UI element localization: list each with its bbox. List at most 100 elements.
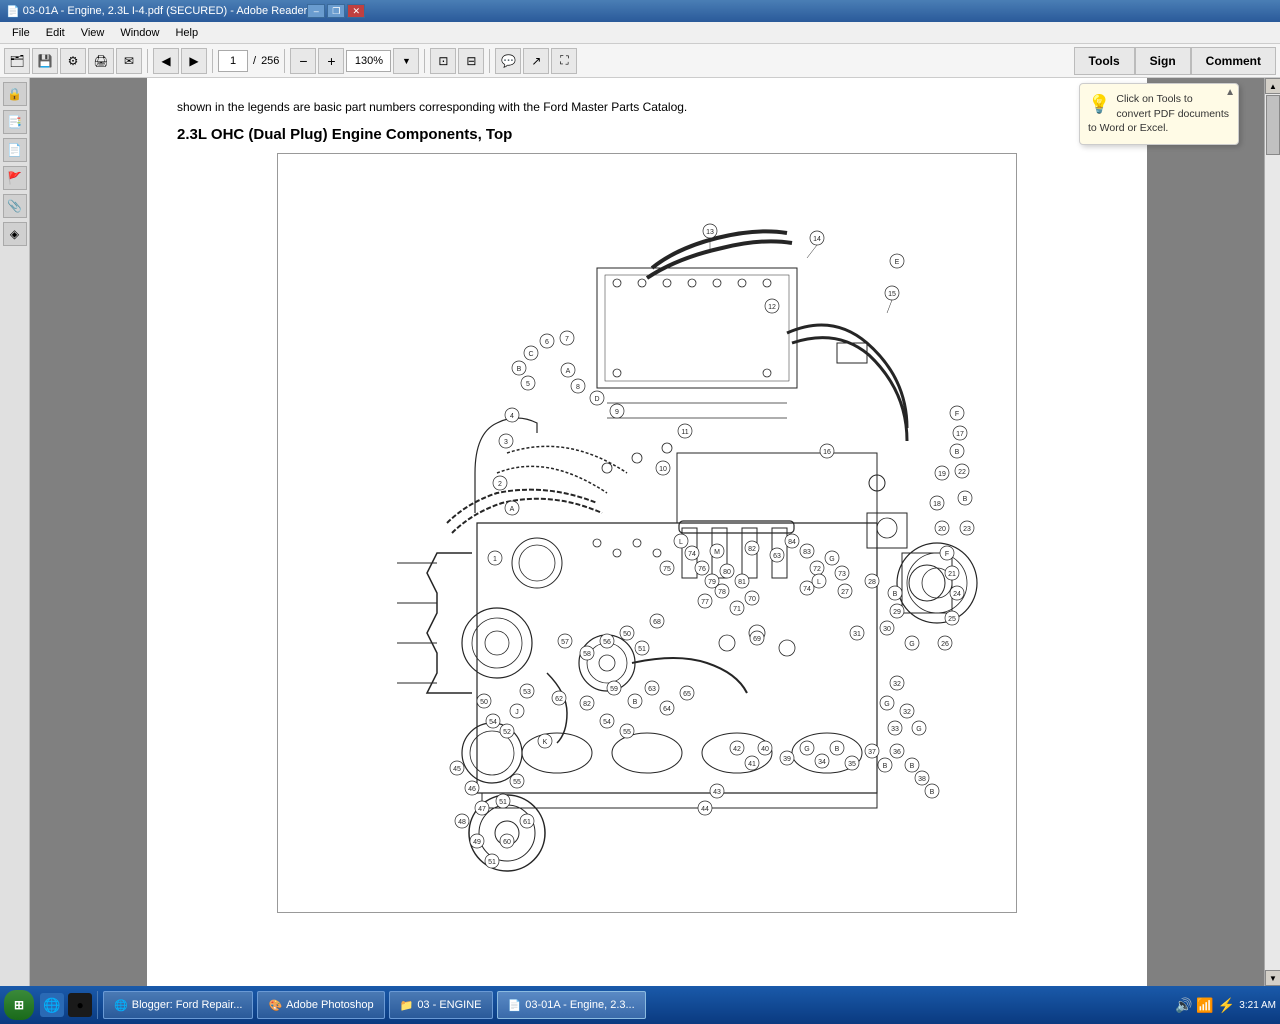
tray-icon-1[interactable]: 🔊: [1175, 997, 1192, 1014]
taskbar-app-adobe-reader[interactable]: 📄 03-01A - Engine, 2.3...: [497, 991, 646, 1019]
svg-text:35: 35: [848, 761, 856, 768]
system-time[interactable]: 3:21 AM: [1239, 999, 1276, 1012]
tool-lock[interactable]: 🔒: [3, 82, 27, 106]
tool-flag[interactable]: 🚩: [3, 166, 27, 190]
svg-text:47: 47: [478, 806, 486, 813]
menu-view[interactable]: View: [73, 25, 113, 41]
taskbar-chrome-icon[interactable]: ●: [68, 993, 92, 1017]
svg-text:72: 72: [813, 566, 821, 573]
taskbar-app-photoshop[interactable]: 🎨 Adobe Photoshop: [257, 991, 384, 1019]
scroll-thumb[interactable]: [1266, 95, 1280, 155]
pdf-text-top: shown in the legends are basic part numb…: [177, 98, 1117, 116]
svg-text:64: 64: [663, 706, 671, 713]
svg-text:3: 3: [504, 439, 508, 446]
print-setup-button[interactable]: ⚙: [60, 48, 86, 74]
next-page-button[interactable]: ▶: [181, 48, 207, 74]
svg-text:23: 23: [963, 526, 971, 533]
scroll-up-button[interactable]: ▲: [1265, 78, 1280, 94]
blogger-label: Blogger: Ford Repair...: [132, 999, 243, 1011]
svg-text:5: 5: [526, 381, 530, 388]
prev-page-button[interactable]: ◀: [153, 48, 179, 74]
svg-text:74: 74: [803, 586, 811, 593]
zoom-dropdown-button[interactable]: ▼: [393, 48, 419, 74]
tray-icon-3[interactable]: ⚡: [1218, 997, 1235, 1014]
svg-text:59: 59: [610, 686, 618, 693]
comment-button[interactable]: 💬: [495, 48, 521, 74]
svg-text:15: 15: [888, 291, 896, 298]
svg-text:45: 45: [453, 766, 461, 773]
svg-text:57: 57: [561, 639, 569, 646]
photoshop-icon: 🎨: [268, 999, 282, 1012]
share-button[interactable]: ↗: [523, 48, 549, 74]
fit-width-button[interactable]: ⊟: [458, 48, 484, 74]
taskbar-ie-icon[interactable]: 🌐: [40, 993, 64, 1017]
svg-text:41: 41: [748, 761, 756, 768]
tool-bookmark[interactable]: 📑: [3, 110, 27, 134]
svg-text:29: 29: [893, 609, 901, 616]
svg-text:70: 70: [748, 596, 756, 603]
menu-help[interactable]: Help: [167, 25, 206, 41]
scroll-down-button[interactable]: ▼: [1265, 970, 1280, 986]
taskbar-app-engine-folder[interactable]: 📁 03 - ENGINE: [389, 991, 493, 1019]
scroll-track[interactable]: [1265, 94, 1280, 970]
minimize-button[interactable]: –: [307, 4, 325, 18]
menu-edit[interactable]: Edit: [38, 25, 73, 41]
svg-text:32: 32: [893, 681, 901, 688]
svg-text:C: C: [528, 351, 533, 358]
fit-page-button[interactable]: ⊡: [430, 48, 456, 74]
svg-text:14: 14: [813, 236, 821, 243]
svg-text:58: 58: [583, 651, 591, 658]
open-button[interactable]: 🗂: [4, 48, 30, 74]
menu-window[interactable]: Window: [112, 25, 167, 41]
svg-text:G: G: [909, 641, 914, 648]
tool-layers[interactable]: ◈: [3, 222, 27, 246]
svg-text:46: 46: [468, 786, 476, 793]
title-text: 03-01A - Engine, 2.3L I-4.pdf (SECURED) …: [23, 5, 308, 17]
page-number-input[interactable]: [218, 50, 248, 72]
restore-button[interactable]: ❐: [327, 4, 345, 18]
taskbar-app-blogger[interactable]: 🌐 Blogger: Ford Repair...: [103, 991, 253, 1019]
menu-file[interactable]: File: [4, 25, 38, 41]
svg-text:6: 6: [545, 339, 549, 346]
svg-text:12: 12: [768, 304, 776, 311]
comment-panel-button[interactable]: Comment: [1191, 47, 1276, 75]
save-button[interactable]: 💾: [32, 48, 58, 74]
svg-text:53: 53: [523, 689, 531, 696]
tools-button[interactable]: Tools: [1074, 47, 1135, 75]
svg-text:34: 34: [818, 759, 826, 766]
zoom-input[interactable]: [346, 50, 391, 72]
svg-text:B: B: [910, 763, 915, 770]
svg-text:39: 39: [783, 756, 791, 763]
svg-text:22: 22: [958, 469, 966, 476]
svg-text:G: G: [804, 746, 809, 753]
svg-text:37: 37: [868, 749, 876, 756]
svg-text:50: 50: [480, 699, 488, 706]
svg-text:75: 75: [663, 566, 671, 573]
vertical-scrollbar[interactable]: ▲ ▼: [1264, 78, 1280, 986]
tool-page[interactable]: 📄: [3, 138, 27, 162]
close-button[interactable]: ✕: [347, 4, 365, 18]
tool-clip[interactable]: 📎: [3, 194, 27, 218]
svg-text:82: 82: [583, 701, 591, 708]
zoom-out-button[interactable]: −: [290, 48, 316, 74]
fullscreen-button[interactable]: ⛶: [551, 48, 577, 74]
svg-text:J: J: [515, 709, 519, 716]
start-button[interactable]: ⊞: [4, 990, 34, 1020]
zoom-in-button[interactable]: +: [318, 48, 344, 74]
svg-text:42: 42: [733, 746, 741, 753]
svg-text:B: B: [963, 496, 968, 503]
taskbar-separator-1: [97, 991, 98, 1019]
tray-icon-2[interactable]: 📶: [1196, 997, 1213, 1014]
svg-text:51: 51: [488, 859, 496, 866]
svg-text:32: 32: [903, 709, 911, 716]
svg-text:A: A: [566, 368, 571, 375]
svg-text:7: 7: [565, 336, 569, 343]
tooltip-close-button[interactable]: ▲: [1225, 87, 1235, 98]
svg-text:38: 38: [918, 776, 926, 783]
svg-text:G: G: [884, 701, 889, 708]
svg-text:17: 17: [956, 431, 964, 438]
menu-bar: File Edit View Window Help: [0, 22, 1280, 44]
email-button[interactable]: ✉: [116, 48, 142, 74]
sign-button[interactable]: Sign: [1135, 47, 1191, 75]
print-button[interactable]: 🖨: [88, 48, 114, 74]
